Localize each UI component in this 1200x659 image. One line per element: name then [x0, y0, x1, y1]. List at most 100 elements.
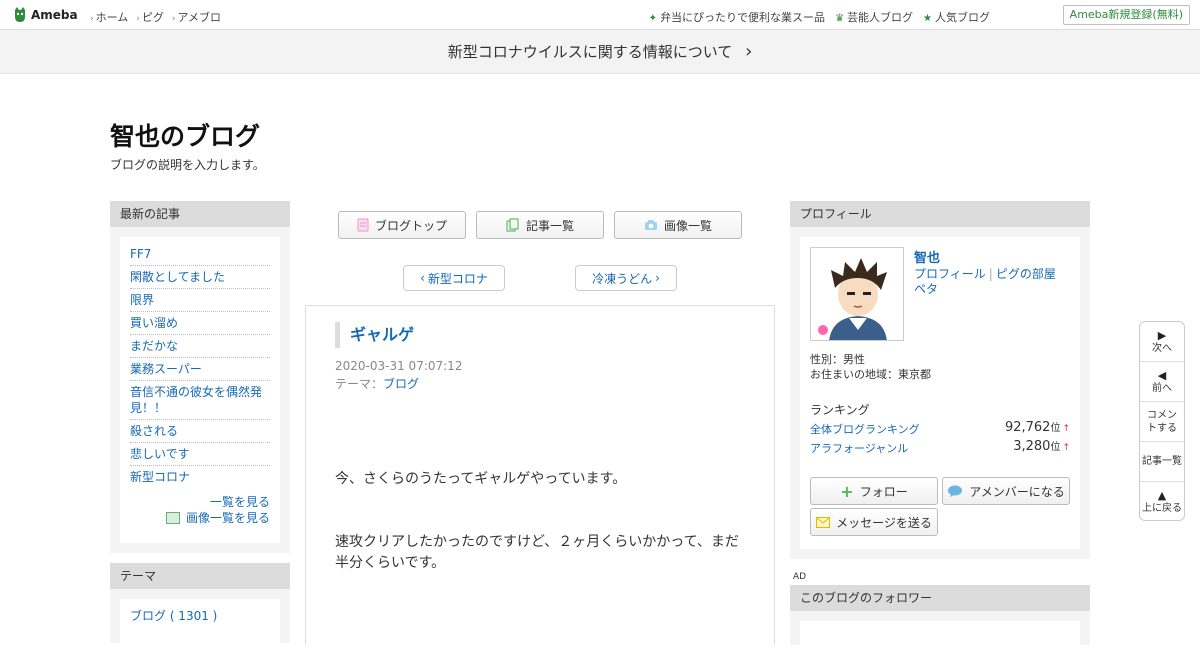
recent-article-item[interactable]: FF7	[130, 243, 270, 266]
recent-article-item[interactable]: 限界	[130, 289, 270, 312]
float-article-list-button[interactable]: 記事一覧	[1140, 442, 1184, 482]
image-list-label: 画像一覧	[663, 218, 712, 233]
ranking-heading: ランキング	[810, 403, 870, 417]
article-paragraph: 今、さくらのうたってギャルゲやっています。	[335, 471, 627, 487]
top-link-bento-label: 弁当にぴったりで便利な業スー品	[660, 11, 826, 24]
play-left-icon: ◀	[1157, 368, 1167, 382]
float-article-list-label: 記事一覧	[1142, 456, 1182, 467]
blog-description: ブログの説明を入力します。	[110, 158, 265, 172]
top-link-celebrity[interactable]: ♛ 芸能人ブログ	[835, 9, 913, 25]
peta-link[interactable]: ペタ	[914, 282, 938, 296]
top-nav-ameblo[interactable]: › アメブロ	[172, 9, 221, 25]
profile-link[interactable]: プロフィール	[914, 267, 986, 281]
profile-name[interactable]: 智也	[914, 247, 940, 266]
prev-article-button[interactable]: ‹ 新型コロナ	[403, 265, 505, 291]
chat-bubble-icon	[948, 485, 963, 497]
theme-panel: ブログ ( 1301 )	[120, 599, 280, 659]
recent-article-item[interactable]: 閑散としてました	[130, 266, 270, 289]
float-top-button[interactable]: ▲ 上に戻る	[1140, 482, 1184, 522]
article-list-label: 記事一覧	[525, 218, 574, 233]
article-title[interactable]: ギャルゲ	[335, 322, 414, 348]
message-button[interactable]: メッセージを送る	[810, 508, 938, 536]
profile-links: プロフィール | ピグの部屋 ペタ	[914, 267, 1074, 297]
recent-article-item[interactable]: 新型コロナ	[130, 466, 270, 488]
ameba-mascot-icon	[15, 7, 25, 22]
article-theme-prefix: テーマ：	[335, 377, 384, 391]
mail-icon	[816, 516, 831, 528]
top-nav-ameblo-label: アメブロ	[177, 11, 221, 24]
register-button[interactable]: Ameba新規登録(無料)	[1062, 5, 1190, 25]
chevron-right-icon: ›	[655, 271, 660, 285]
see-images-label: 画像一覧を見る	[185, 511, 270, 525]
see-images-link[interactable]: 画像一覧を見る	[120, 510, 280, 526]
ameba-logo[interactable]: Ameba	[12, 6, 78, 23]
recent-article-item[interactable]: 買い溜め	[130, 312, 270, 335]
top-link-popular-label: 人気ブログ	[935, 11, 990, 24]
image-list-button[interactable]: 画像一覧	[614, 211, 742, 239]
article-theme: テーマ：ブログ	[335, 375, 419, 392]
next-article-button[interactable]: 冷凍うどん ›	[575, 265, 677, 291]
theme-list: ブログ ( 1301 )	[120, 599, 280, 627]
article-theme-link[interactable]: ブログ	[383, 377, 419, 391]
top-nav-home-label: ホーム	[95, 11, 129, 24]
top-nav-home[interactable]: › ホーム	[90, 9, 128, 25]
ranking-label[interactable]: 全体ブログランキング	[810, 423, 920, 436]
top-links: ✦ 弁当にぴったりで便利な業スー品 ♛ 芸能人ブログ ★ 人気ブログ	[649, 9, 990, 25]
plus-icon: +	[840, 481, 854, 501]
blog-top-button[interactable]: ブログトップ	[338, 211, 466, 239]
followers-box: このブログのフォロワー	[790, 585, 1090, 651]
ranking-value-wrap: 3,280位 ↑	[1013, 438, 1070, 454]
recent-article-item[interactable]: 業務スーパー	[130, 358, 270, 381]
top-link-bento[interactable]: ✦ 弁当にぴったりで便利な業スー品	[649, 9, 825, 25]
recent-article-item[interactable]: 悲しいです	[130, 443, 270, 466]
amember-button[interactable]: アメンバーになる	[942, 477, 1070, 505]
recent-articles-list: FF7 閑散としてました 限界 買い溜め まだかな 業務スーパー 音信不通の彼女…	[120, 237, 280, 488]
recent-article-item[interactable]: 殺される	[130, 420, 270, 443]
prev-article-label: 新型コロナ	[427, 271, 488, 286]
float-comment-button[interactable]: コメントする	[1140, 402, 1184, 442]
chevron-right-icon: ›	[136, 14, 140, 24]
link-separator: |	[988, 267, 993, 281]
avatar[interactable]	[810, 247, 904, 341]
corona-notice-banner[interactable]: 新型コロナウイルスに関する情報について ›	[0, 30, 1200, 74]
recent-articles-heading: 最新の記事	[110, 201, 290, 227]
followers-panel	[800, 621, 1080, 651]
chevron-left-icon: ‹	[420, 271, 425, 285]
notice-text: 新型コロナウイルスに関する情報について	[447, 43, 733, 61]
theme-item[interactable]: ブログ ( 1301 )	[130, 605, 270, 627]
avatar-image	[811, 248, 903, 340]
floating-nav: ▶ 次へ ◀ 前へ コメントする 記事一覧 ▲ 上に戻る	[1139, 321, 1185, 521]
recent-article-item[interactable]: 音信不通の彼女を偶然発見！！	[130, 381, 270, 420]
chevron-right-icon: ›	[90, 14, 94, 24]
article-date: 2020-03-31 07:07:12	[335, 359, 463, 373]
pigg-room-link[interactable]: ピグの部屋	[996, 267, 1056, 281]
sparkle-icon: ✦	[648, 13, 658, 24]
arrow-up-icon: ↑	[1062, 443, 1070, 453]
float-next-button[interactable]: ▶ 次へ	[1140, 322, 1184, 362]
profile-heading: プロフィール	[790, 201, 1090, 227]
ranking-row: アラフォージャンル 3,280位 ↑	[810, 438, 1070, 456]
ranking-label[interactable]: アラフォージャンル	[810, 442, 908, 455]
crown-icon: ♛	[835, 13, 845, 24]
top-nav-pigg[interactable]: › ピグ	[136, 9, 164, 25]
float-next-label: 次へ	[1152, 342, 1172, 354]
play-right-icon: ▶	[1157, 328, 1167, 342]
float-prev-button[interactable]: ◀ 前へ	[1140, 362, 1184, 402]
article-list-button[interactable]: 記事一覧	[476, 211, 604, 239]
follow-label: フォロー	[859, 484, 908, 499]
amember-label: アメンバーになる	[969, 484, 1065, 499]
blog-title[interactable]: 智也のブログ	[110, 117, 260, 153]
recent-article-item[interactable]: まだかな	[130, 335, 270, 358]
article: ギャルゲ 2020-03-31 07:07:12 テーマ：ブログ 今、さくらのう…	[305, 305, 775, 645]
recent-articles-panel: FF7 閑散としてました 限界 買い溜め まだかな 業務スーパー 音信不通の彼女…	[120, 237, 280, 543]
copy-icon	[506, 218, 519, 232]
see-all-link[interactable]: 一覧を見る	[120, 494, 280, 510]
triangle-up-icon: ▲	[1157, 489, 1167, 502]
ranking-unit: 位	[1050, 442, 1061, 453]
next-article-label: 冷凍うどん	[592, 271, 653, 286]
theme-box: テーマ ブログ ( 1301 )	[110, 563, 290, 659]
follow-button[interactable]: + フォロー	[810, 477, 938, 505]
top-link-popular[interactable]: ★ 人気ブログ	[923, 9, 990, 25]
chevron-right-icon: ›	[171, 14, 176, 24]
chevron-right-icon: ›	[745, 41, 753, 62]
